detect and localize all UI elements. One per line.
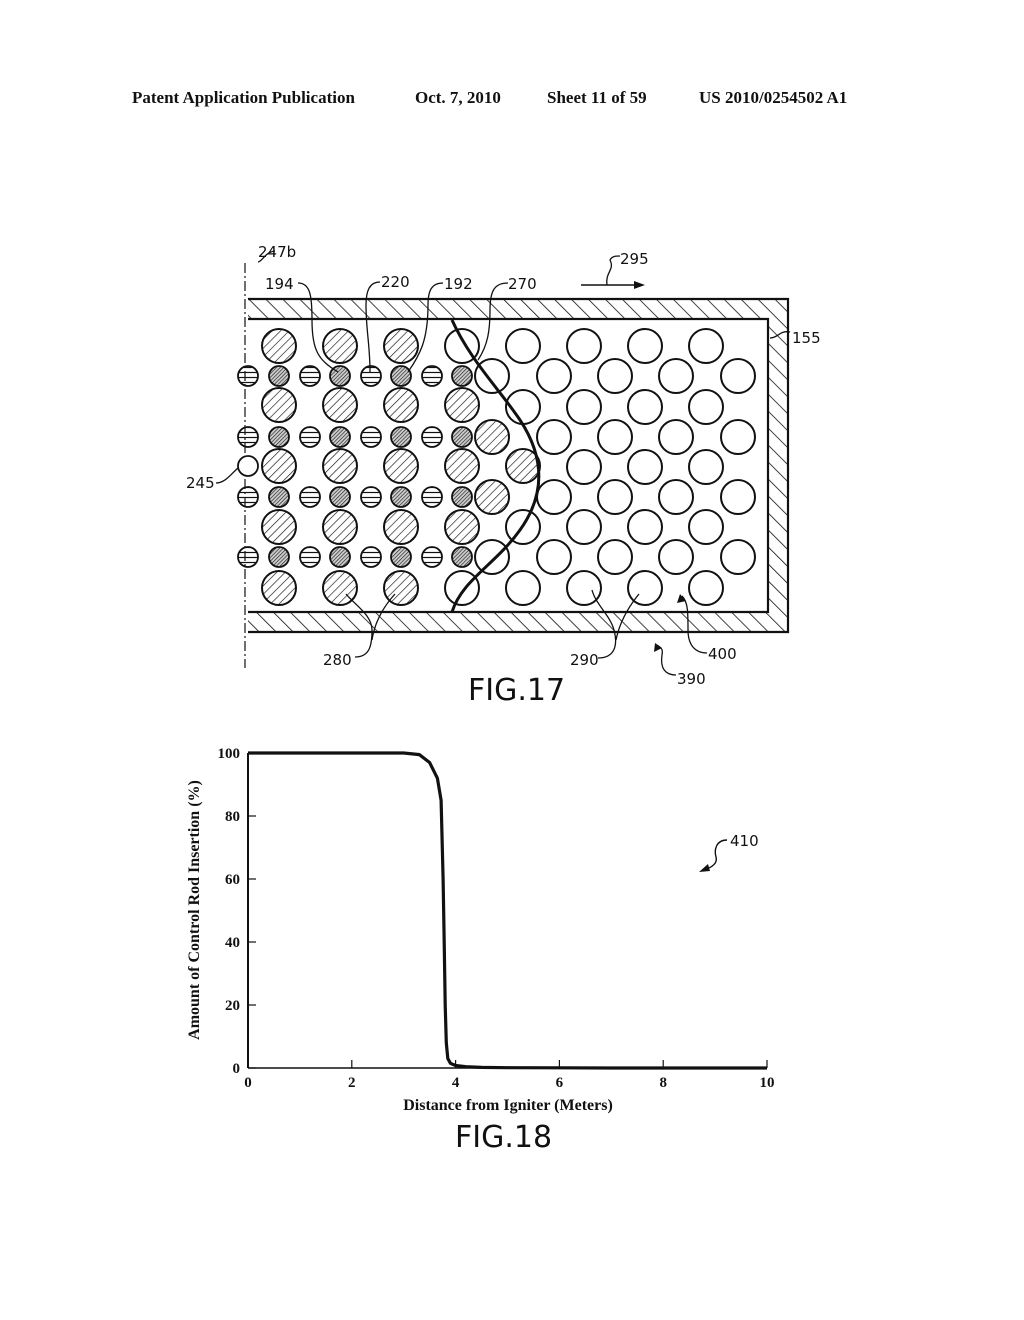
series-line-control-rod-insertion [248,751,767,1070]
x-tick-label: 10 [760,1075,775,1091]
y-tick-label: 0 [233,1061,241,1077]
figure-18-chart: 0 2 4 6 8 10020406080100 Distance from Ignite… [186,746,775,1155]
y-tick-label: 60 [225,872,240,888]
x-tick-label: 2 [348,1075,356,1091]
chart-ticks: 0 2 4 6 8 10020406080100 [218,746,775,1091]
x-tick-label: 0 [244,1075,252,1091]
ref-410-label: 410 [730,832,759,850]
x-tick-label: 4 [452,1075,460,1091]
y-axis-label: Amount of Control Rod Insertion (%) [186,780,203,1040]
ref-410-arrow [699,839,728,872]
y-tick-label: 20 [225,998,240,1014]
x-axis-label: Distance from Igniter (Meters) [403,1097,613,1114]
y-tick-label: 100 [218,746,241,762]
y-tick-label: 40 [225,935,240,951]
x-tick-label: 6 [556,1075,564,1091]
x-tick-label: 8 [659,1075,667,1091]
y-tick-label: 80 [225,809,240,825]
chart-axes [247,753,767,1069]
figure-18-caption: FIG.18 [455,1120,552,1155]
